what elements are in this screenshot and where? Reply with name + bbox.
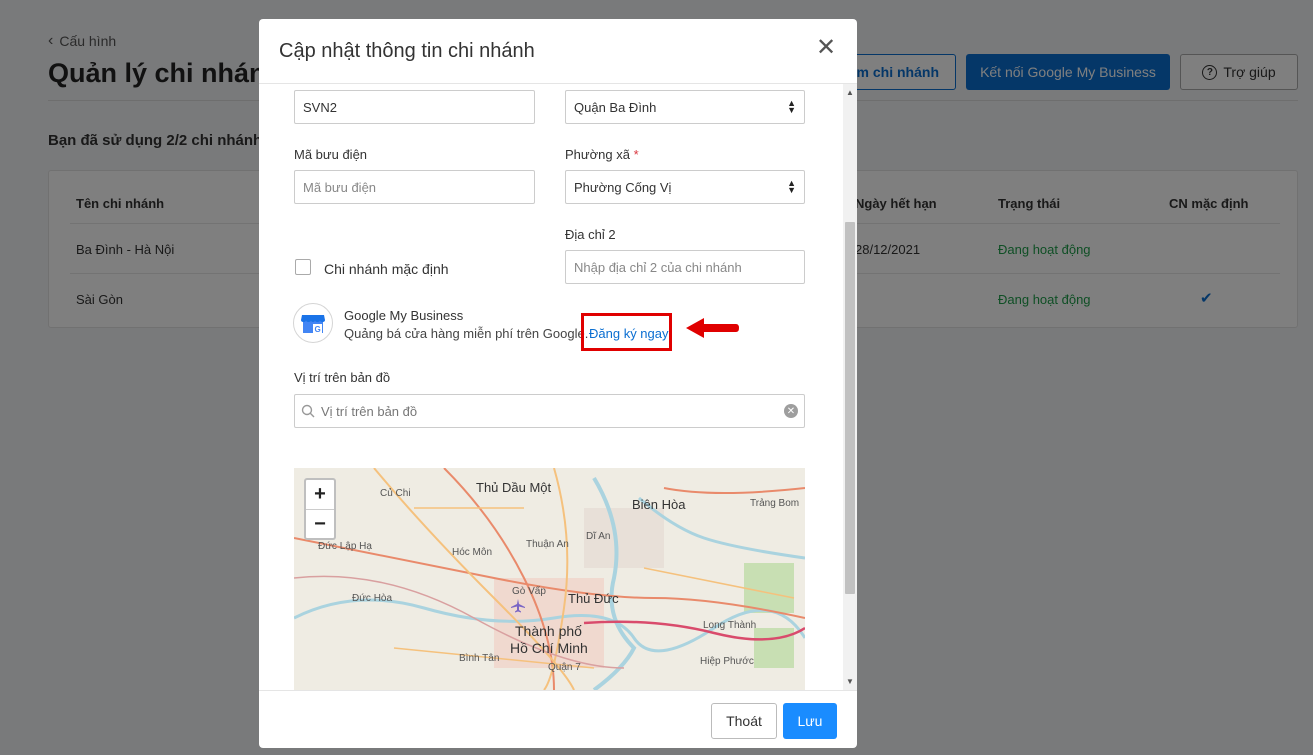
address2-label: Địa chỉ 2 (565, 227, 616, 242)
default-branch-label: Chi nhánh mặc định (324, 261, 449, 277)
map-place-label: Biên Hòa (632, 497, 686, 512)
ward-select-value: Phường Cống Vị (574, 179, 672, 195)
save-button[interactable]: Lưu (783, 703, 837, 739)
default-branch-checkbox[interactable] (295, 259, 311, 275)
google-my-business-logo: G (293, 303, 333, 343)
district-select-value: Quận Ba Đình (574, 99, 657, 115)
address2-input[interactable] (565, 250, 805, 284)
branch-code-input[interactable] (294, 90, 535, 124)
airport-icon (511, 599, 525, 613)
map-place-label: Long Thành (703, 620, 757, 631)
modal-footer-divider (259, 690, 857, 691)
modal-body: Quận Ba Đình ▲▼ Mã bưu điện Phường xã * … (259, 84, 843, 690)
select-arrows-icon: ▲ ▼ (787, 178, 796, 195)
scrollbar-thumb[interactable] (845, 222, 855, 594)
map-place-label: Củ Chi (380, 488, 411, 499)
postal-code-input[interactable] (294, 170, 535, 204)
ward-label: Phường xã * (565, 147, 639, 162)
red-arrow-icon (686, 318, 739, 338)
map-place-label: Hóc Môn (452, 547, 493, 558)
highlight-annotation-box (581, 313, 672, 351)
map-place-label: Đức Hòa (352, 593, 393, 604)
clear-icon[interactable]: ✕ (784, 404, 798, 418)
map-place-label: Thành phố (515, 623, 582, 639)
postal-code-label: Mã bưu điện (294, 147, 368, 162)
map-place-label: Hồ Chí Minh (510, 640, 588, 656)
map-place-label: Thuận An (526, 539, 569, 550)
svg-text:G: G (315, 325, 321, 334)
ward-label-text: Phường xã (565, 147, 630, 162)
map-location-label: Vị trí trên bản đồ (294, 370, 391, 385)
map-place-label: Đức Lập Hạ (318, 541, 372, 552)
zoom-control: + − (304, 478, 336, 540)
map-place-label: Thủ Dầu Một (476, 480, 552, 495)
scroll-down-icon[interactable]: ▼ (846, 677, 854, 686)
map-place-label: Dĩ An (586, 531, 611, 542)
gmb-description: Quảng bá cửa hàng miễn phí trên Google. (344, 326, 589, 341)
select-arrows-icon: ▲ ▼ (787, 98, 796, 115)
map-place-label: Gò Vấp (512, 586, 546, 597)
modal-scrollbar[interactable]: ▲ ▼ (843, 84, 857, 690)
update-branch-modal: Cập nhật thông tin chi nhánh ✕ Quận Ba Đ… (259, 19, 857, 748)
ward-select[interactable]: Phường Cống Vị ▲ ▼ (565, 170, 805, 204)
district-select[interactable]: Quận Ba Đình ▲ ▼ (565, 90, 805, 124)
map-place-label: Quận 7 (548, 662, 581, 673)
exit-button[interactable]: Thoát (711, 703, 777, 739)
zoom-in-button[interactable]: + (306, 480, 334, 509)
map-search-field[interactable]: ✕ (294, 394, 805, 428)
gmb-title: Google My Business (344, 308, 464, 323)
close-icon[interactable]: ✕ (816, 33, 836, 62)
map-place-label: Bình Tân (459, 653, 500, 664)
search-icon (301, 404, 315, 418)
zoom-out-button[interactable]: − (306, 509, 334, 538)
modal-title: Cập nhật thông tin chi nhánh (279, 40, 535, 62)
required-marker: * (633, 147, 639, 162)
map-place-label: Trảng Bom (750, 498, 800, 509)
map-search-input[interactable] (321, 403, 778, 419)
map-place-label: Hiệp Phước (700, 656, 754, 667)
map-view[interactable]: + − Thủ Dầu Một Biên Hòa Củ Chi Trảng Bo… (294, 468, 805, 690)
scroll-up-icon[interactable]: ▲ (846, 88, 854, 97)
map-place-label: Thủ Đức (568, 591, 619, 606)
